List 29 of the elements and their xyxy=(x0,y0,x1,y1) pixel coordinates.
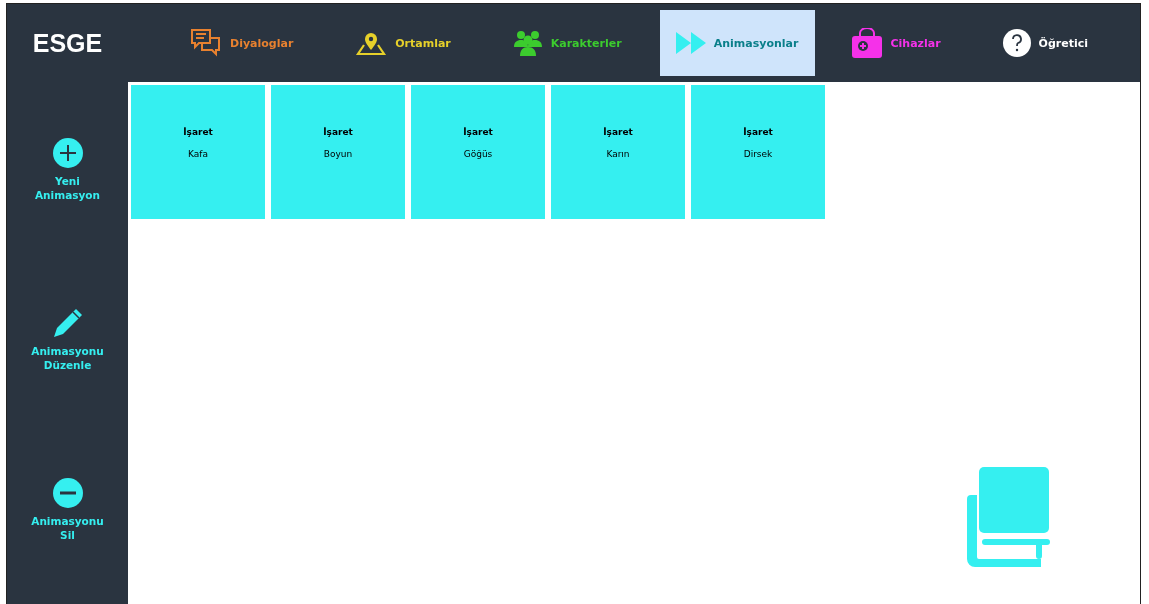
nav-tab[interactable]: Diyaloglar xyxy=(166,10,318,76)
animation-card[interactable]: İşaret Karın xyxy=(551,85,685,219)
nav-tab[interactable]: Animasyonlar xyxy=(659,10,815,76)
nav-tab[interactable]: Öğretici xyxy=(978,10,1112,76)
pencil-icon xyxy=(52,308,83,338)
animation-card[interactable]: İşaret Göğüs xyxy=(411,85,545,219)
animation-card[interactable]: İşaret Dirsek xyxy=(691,85,825,219)
card-title: İşaret xyxy=(603,127,633,137)
card-subtitle: Boyun xyxy=(323,149,353,159)
nav-tab[interactable]: Ortamlar xyxy=(331,10,475,76)
sidebar-action[interactable]: Animasyonu Sil xyxy=(27,514,108,542)
card-title: İşaret xyxy=(183,127,213,137)
book-icon[interactable] xyxy=(967,467,1051,567)
animation-card[interactable]: İşaret Boyun xyxy=(271,85,405,219)
card-title: İşaret xyxy=(743,127,773,137)
sidebar-action[interactable]: Animasyonu Düzenle xyxy=(27,344,108,372)
card-title: İşaret xyxy=(323,127,353,137)
add-icon xyxy=(52,138,83,168)
nav-tab[interactable]: Karakterler xyxy=(488,10,646,76)
card-subtitle: Kafa xyxy=(188,149,208,159)
app-logo: ESGE xyxy=(31,28,104,58)
card-subtitle: Dirsek xyxy=(743,149,773,159)
card-subtitle: Göğüs xyxy=(463,149,493,159)
animation-card[interactable]: İşaret Kafa xyxy=(131,85,265,219)
card-title: İşaret xyxy=(463,127,493,137)
remove-icon xyxy=(52,478,83,508)
card-subtitle: Karın xyxy=(606,149,630,159)
sidebar-action[interactable]: Yeni Animasyon xyxy=(27,174,108,202)
nav-tab[interactable]: Cihazlar xyxy=(828,10,965,76)
